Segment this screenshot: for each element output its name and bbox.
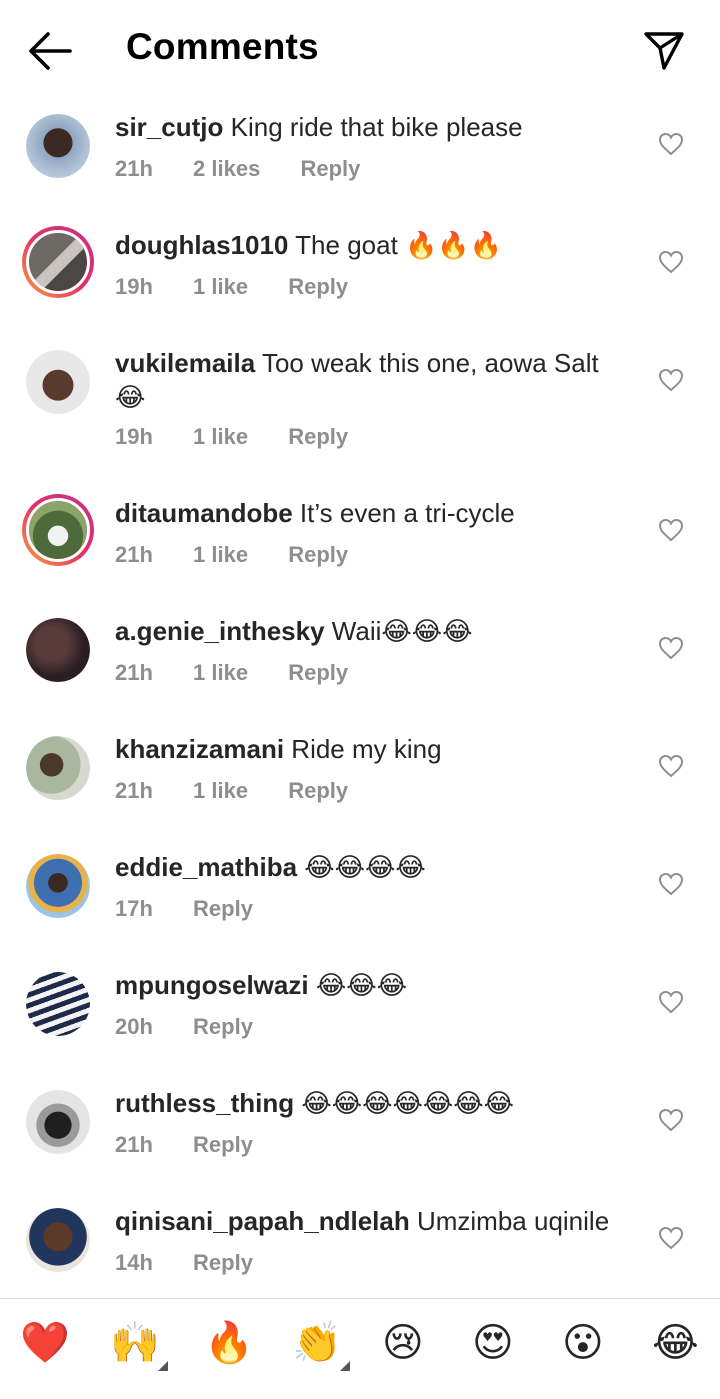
comment-time: 20h [115,1014,153,1039]
comment-time: 21h [115,1132,153,1157]
comment-time: 21h [115,156,153,181]
skin-tone-indicator-icon [339,1361,350,1371]
heart-icon[interactable] [658,990,684,1014]
reply-button[interactable]: Reply [288,274,348,299]
comment-meta: 19h 1 like Reply [115,274,382,300]
comment-likes[interactable]: 1 like [193,274,248,299]
comment-username[interactable]: ruthless_thing [115,1088,294,1118]
comment-likes[interactable]: 1 like [193,778,248,803]
comment-time: 17h [115,896,153,921]
comment-meta: 20h Reply [115,1014,287,1040]
comment-text: 😂😂😂😂 [304,852,426,882]
comment-username[interactable]: vukilemaila [115,348,255,378]
comment-likes[interactable]: 1 like [193,542,248,567]
top-bar: Comments [0,0,720,100]
comment-text: It’s even a tri-cycle [299,498,515,528]
comment-time: 19h [115,424,153,449]
avatar[interactable] [26,736,90,800]
comment-text: 😂😂😂 [315,970,407,1000]
clapping-reaction[interactable]: 👏 [292,1319,350,1371]
heart-icon[interactable] [658,872,684,896]
heart-icon[interactable] [658,132,684,156]
comment-likes[interactable]: 1 like [193,424,248,449]
avatar[interactable] [22,494,94,566]
heart-icon[interactable] [658,368,684,392]
comment-text: The goat 🔥🔥🔥 [295,230,503,260]
avatar[interactable] [26,114,90,178]
comment-meta: 21h 1 like Reply [115,542,382,568]
send-icon[interactable] [642,28,686,72]
comment-username[interactable]: khanzizamani [115,734,284,764]
avatar[interactable] [26,350,90,414]
page-title: Comments [126,26,319,67]
comment-meta: 19h 1 like Reply [115,424,382,450]
clapping-emoji: 👏 [292,1321,342,1365]
skin-tone-indicator-icon [157,1361,168,1371]
avatar[interactable] [26,1090,90,1154]
comment-username[interactable]: sir_cutjo [115,112,223,142]
reply-button[interactable]: Reply [288,660,348,685]
heart-icon[interactable] [658,636,684,660]
fire-reaction[interactable]: 🔥 [204,1319,254,1367]
laughing-reaction[interactable]: 😂 [652,1319,699,1367]
comment-time: 14h [115,1250,153,1275]
surprised-reaction[interactable]: 😮 [562,1319,604,1367]
heart-icon[interactable] [658,1108,684,1132]
comment-username[interactable]: qinisani_papah_ndlelah [115,1206,410,1236]
comment-text: 😂😂😂😂😂😂😂 [301,1088,515,1118]
comment-meta: 21h Reply [115,1132,287,1158]
comment-meta: 21h 1 like Reply [115,778,382,804]
heart-icon[interactable] [658,518,684,542]
comment-text: Ride my king [291,734,442,764]
comment-text: King ride that bike please [230,112,523,142]
comment-likes[interactable]: 1 like [193,660,248,685]
comment-text: Umzimba uqinile [416,1206,610,1236]
heart-icon[interactable] [658,1226,684,1250]
reply-button[interactable]: Reply [288,542,348,567]
comment-meta: 14h Reply [115,1250,287,1276]
avatar[interactable] [26,854,90,918]
reply-button[interactable]: Reply [193,896,253,921]
heart-reaction[interactable]: ❤️ [20,1319,70,1367]
avatar[interactable] [22,226,94,298]
back-arrow-icon[interactable] [26,30,72,72]
comment-meta: 17h Reply [115,896,287,922]
reply-button[interactable]: Reply [193,1014,253,1039]
comment-meta: 21h 2 likes Reply [115,156,394,182]
reply-button[interactable]: Reply [300,156,360,181]
quick-reaction-bar: ❤️ 🙌 🔥 👏 😢 😍 😮 😂 [0,1298,720,1399]
comment-time: 21h [115,542,153,567]
reply-button[interactable]: Reply [288,424,348,449]
avatar[interactable] [26,618,90,682]
heart-icon[interactable] [658,754,684,778]
comment-time: 21h [115,660,153,685]
reply-button[interactable]: Reply [193,1250,253,1275]
comment-username[interactable]: doughlas1010 [115,230,288,260]
comment-username[interactable]: ditaumandobe [115,498,293,528]
comment-likes[interactable]: 2 likes [193,156,260,181]
comment-time: 21h [115,778,153,803]
comment-time: 19h [115,274,153,299]
reply-button[interactable]: Reply [193,1132,253,1157]
raising-hands-emoji: 🙌 [110,1321,160,1365]
avatar[interactable] [26,972,90,1036]
comment-meta: 21h 1 like Reply [115,660,382,686]
raising-hands-reaction[interactable]: 🙌 [110,1319,168,1371]
comment-username[interactable]: a.genie_inthesky [115,616,325,646]
comment-username[interactable]: eddie_mathiba [115,852,297,882]
heart-icon[interactable] [658,250,684,274]
crying-reaction[interactable]: 😢 [382,1319,424,1367]
heart-eyes-reaction[interactable]: 😍 [472,1319,514,1367]
reply-button[interactable]: Reply [288,778,348,803]
avatar[interactable] [26,1208,90,1272]
comment-text: Waii😂😂😂 [331,616,473,646]
comment-username[interactable]: mpungoselwazi [115,970,309,1000]
